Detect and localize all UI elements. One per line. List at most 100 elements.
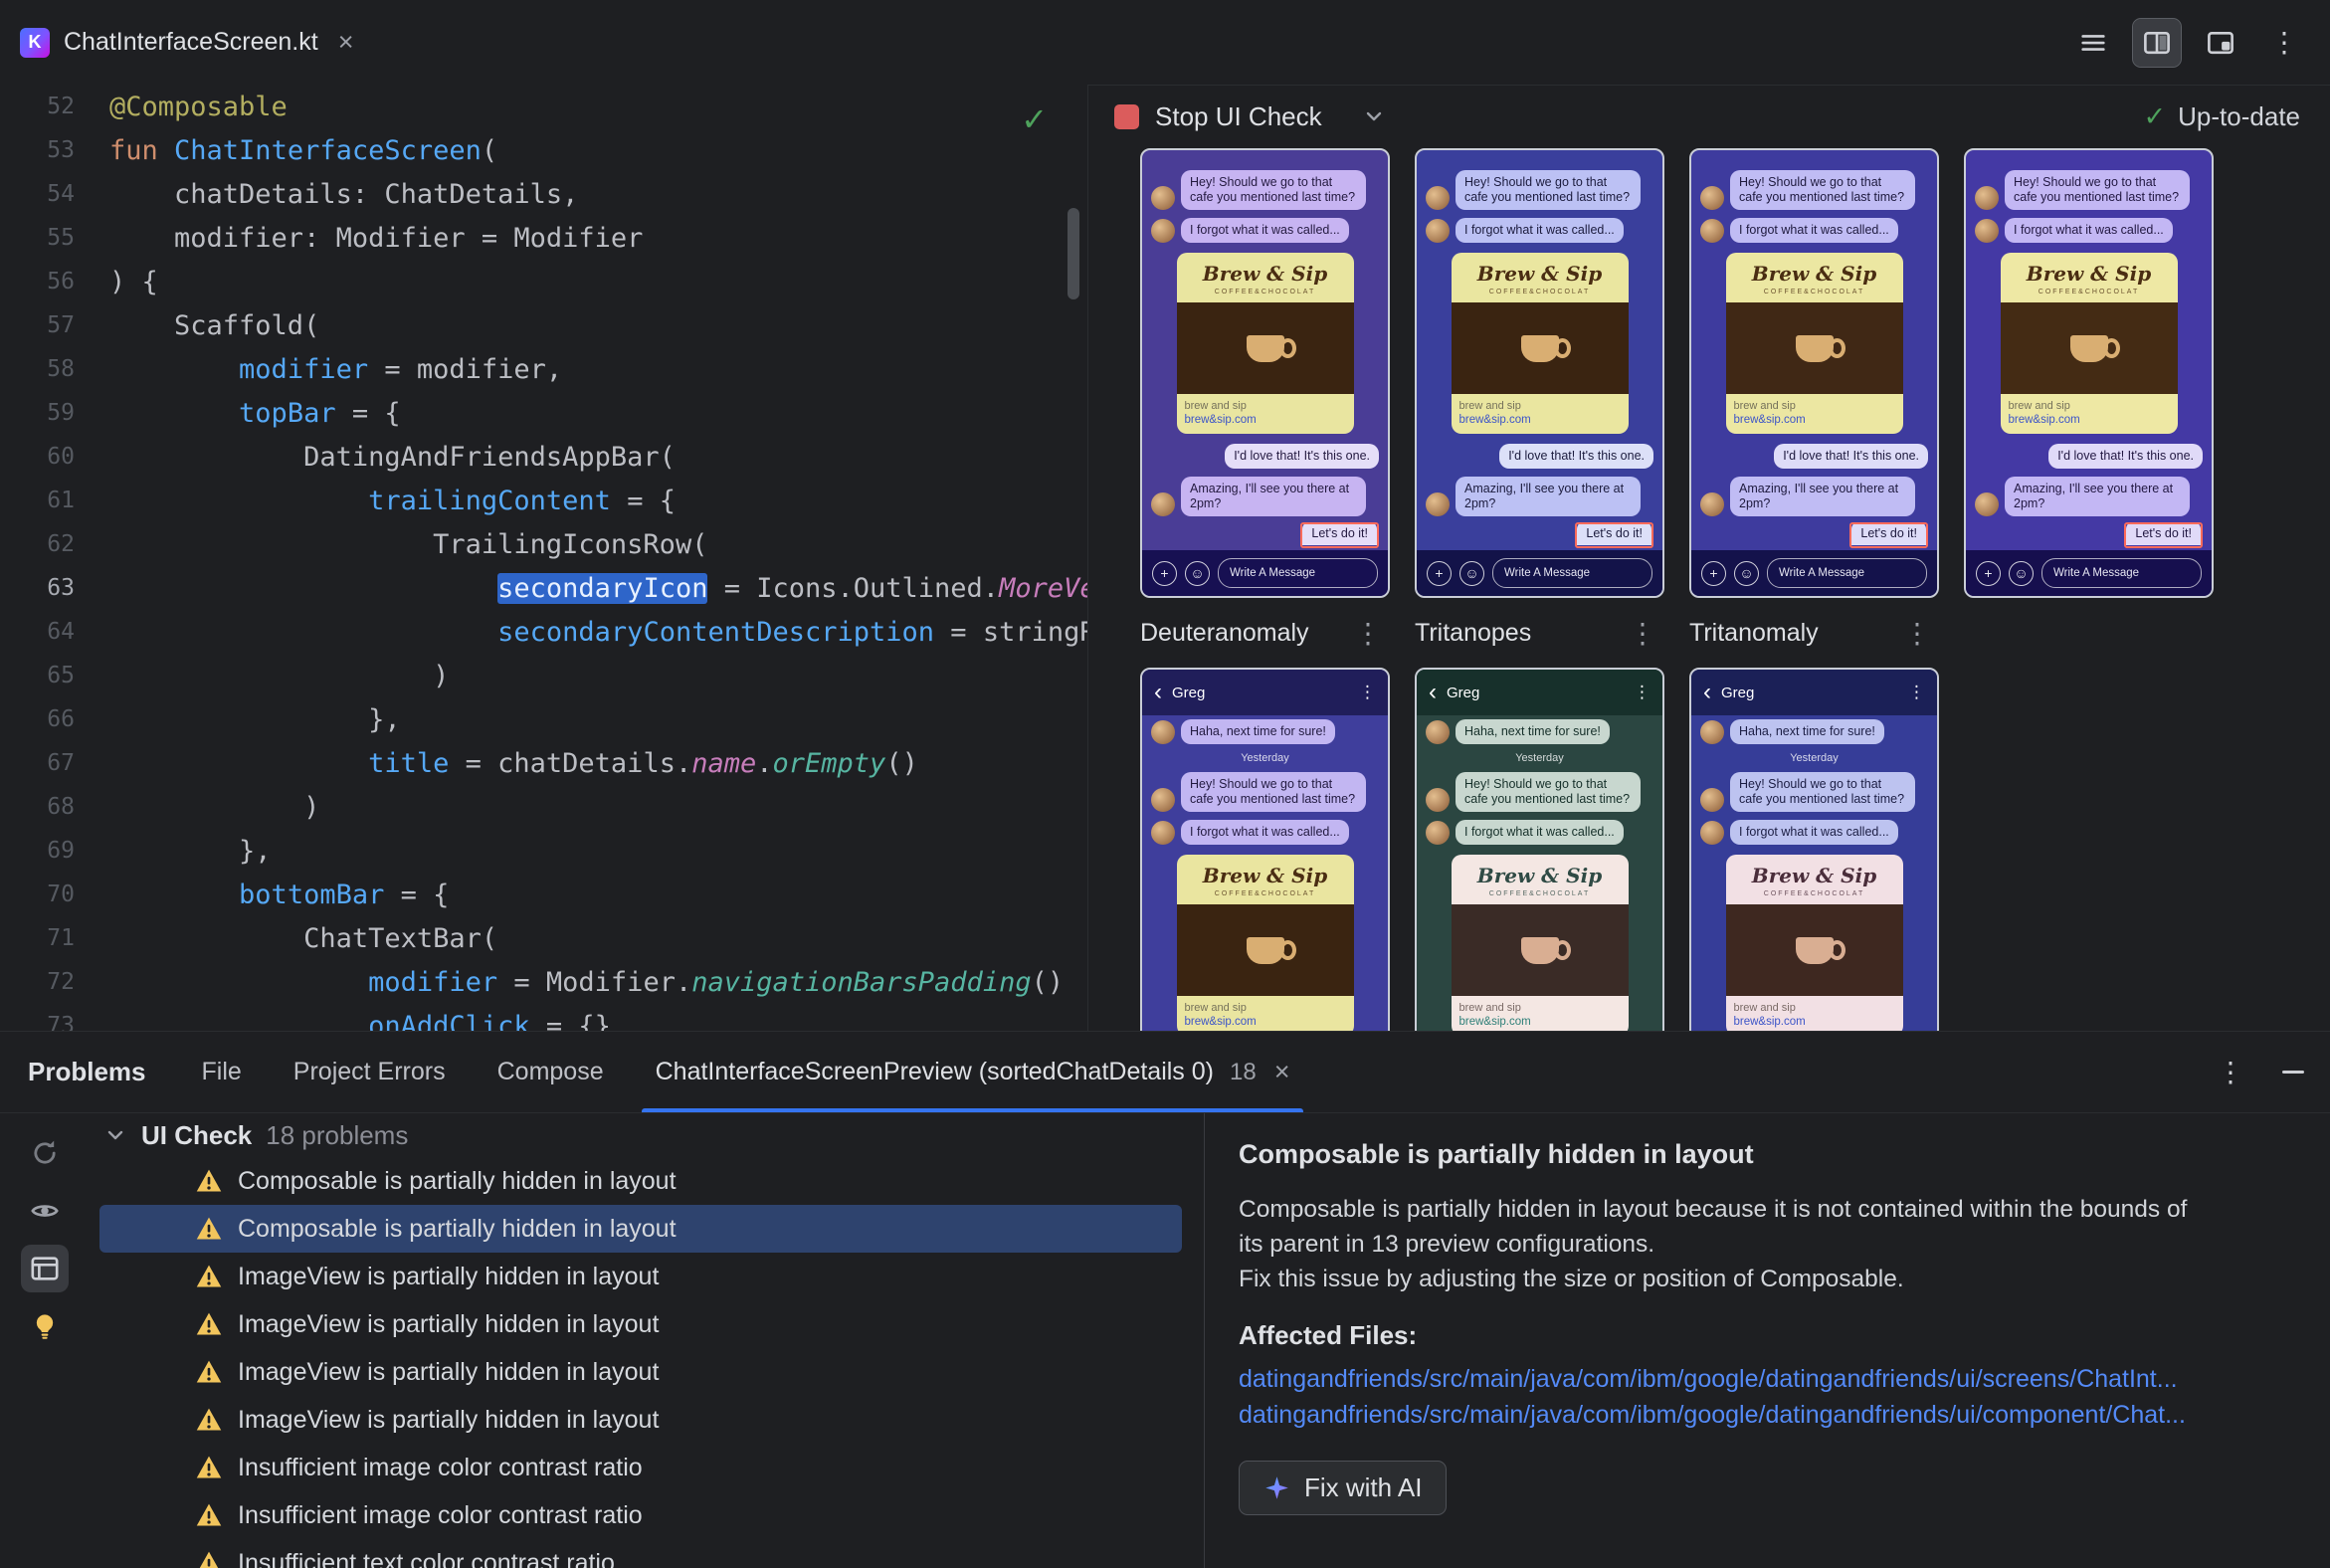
day-divider: Yesterday [1790,752,1839,764]
problem-item[interactable]: Composable is partially hidden in layout [99,1157,1182,1205]
more-options-icon[interactable]: ⋮ [2260,19,2308,67]
code-line: 66 }, [0,697,1087,741]
problems-group-header[interactable]: UI Check 18 problems [90,1113,1204,1157]
message-input[interactable]: Write A Message [1492,558,1652,588]
phone-preview[interactable]: Hey! Should we go to that cafe you menti… [1140,148,1390,598]
problem-text: Composable is partially hidden in layout [238,1214,677,1243]
preview-row-bottom: ‹ Greg ⋮ Haha, next time for sure! Yesterday… [1140,668,2330,1031]
problem-item[interactable]: Composable is partially hidden in layout [99,1205,1182,1253]
phone-preview[interactable]: Hey! Should we go to that cafe you menti… [1689,148,1939,598]
minimize-icon[interactable] [2282,1071,2304,1074]
problem-items: Composable is partially hidden in layout… [90,1157,1204,1568]
add-attachment-icon[interactable]: + [1427,560,1452,586]
chat-input-bar: + ☺ Write A Message [1966,550,2212,596]
preview-menu-icon[interactable]: ⋮ [1354,617,1390,650]
line-number: 68 [47,794,75,820]
tab-file[interactable]: File [202,1032,242,1112]
stop-ui-check-button[interactable]: Stop UI Check [1155,101,1322,132]
message-input[interactable]: Write A Message [1767,558,1927,588]
preview-menu-icon[interactable]: ⋮ [1903,617,1939,650]
split-editor-icon[interactable] [2132,17,2182,68]
line-number: 56 [47,269,75,294]
chevron-down-icon [107,1130,123,1140]
add-attachment-icon[interactable]: + [1701,560,1726,586]
warning-icon [196,1456,222,1478]
rerun-check-icon[interactable] [21,1129,69,1177]
preview-labels-row: Deuteranomaly ⋮ Tritanopes ⋮ Tritanomaly ⋮ [1140,598,2330,668]
stop-icon[interactable] [1114,103,1139,129]
panel-options-icon[interactable]: ⋮ [2217,1056,2244,1088]
code-line: 73 onAddClick = {} [0,1004,1087,1032]
problem-text: ImageView is partially hidden in layout [238,1405,660,1434]
problem-text: ImageView is partially hidden in layout [238,1357,660,1386]
affected-file-link[interactable]: datingandfriends/src/main/java/com/ibm/g… [1239,1361,2310,1397]
avatar [1700,720,1724,744]
preview-visibility-icon[interactable] [21,1187,69,1235]
line-number: 57 [47,312,75,338]
tab-project-errors[interactable]: Project Errors [293,1032,446,1112]
tab-chatinterfacescreenpreview[interactable]: ChatInterfaceScreenPreview (sortedChatDe… [641,1032,1304,1112]
phone-preview[interactable]: ‹ Greg ⋮ Haha, next time for sure! Yesterday… [1140,668,1390,1031]
preview-config-label: Deuteranomaly [1140,618,1309,647]
chevron-down-icon[interactable] [1362,104,1386,128]
tab-close-icon[interactable]: × [1274,1057,1290,1087]
chat-menu-icon[interactable]: ⋮ [1634,683,1650,702]
line-number: 72 [47,969,75,995]
code-editor[interactable]: 52 @Composable 53 fun ChatInterfaceScreen(5… [0,85,1087,1031]
phone-preview[interactable]: Hey! Should we go to that cafe you menti… [1415,148,1664,598]
problem-item[interactable]: ImageView is partially hidden in layout [99,1348,1182,1396]
add-attachment-icon[interactable]: + [1976,560,2001,586]
problem-item[interactable]: ImageView is partially hidden in layout [99,1396,1182,1444]
avatar [1700,492,1724,516]
editor-tab-close-icon[interactable]: × [338,27,354,58]
problems-list: UI Check 18 problems Composable is parti… [90,1113,1204,1568]
phone-preview[interactable]: ‹ Greg ⋮ Haha, next time for sure! Yesterday… [1689,668,1939,1031]
problem-item[interactable]: ImageView is partially hidden in layout [99,1253,1182,1300]
chat-message-row: Amazing, I'll see you there at 2pm? [1142,473,1388,520]
chat-input-bar: + ☺ Write A Message [1142,550,1388,596]
avatar [1151,788,1175,812]
editor-scrollbar[interactable] [1068,208,1079,299]
back-icon[interactable]: ‹ [1154,681,1162,704]
affected-file-link[interactable]: datingandfriends/src/main/java/com/ibm/g… [1239,1397,2310,1433]
emoji-icon[interactable]: ☺ [2009,560,2034,586]
problems-tool-title[interactable]: Problems [28,1057,146,1087]
problem-item[interactable]: Insufficient image color contrast ratio [99,1491,1182,1539]
chat-menu-icon[interactable]: ⋮ [1359,683,1376,702]
avatar [1700,219,1724,243]
ui-check-panel: Stop UI Check ✓ Up-to-date Hey! Should w… [1087,85,2330,1031]
fix-with-ai-button[interactable]: Fix with AI [1239,1461,1448,1515]
chat-header: ‹ Greg ⋮ [1417,670,1662,715]
message-input[interactable]: Write A Message [2041,558,2202,588]
line-number: 61 [47,488,75,513]
problem-item[interactable]: Insufficient image color contrast ratio [99,1444,1182,1491]
emoji-icon[interactable]: ☺ [1734,560,1759,586]
chat-message-row: Amazing, I'll see you there at 2pm? [1417,473,1662,520]
phone-preview[interactable]: ‹ Greg ⋮ Haha, next time for sure! Yesterday… [1415,668,1664,1031]
ui-issue-highlight: Let's do it! [1417,520,1662,550]
message-input[interactable]: Write A Message [1218,558,1378,588]
quickfix-bulb-icon[interactable] [21,1302,69,1350]
add-attachment-icon[interactable]: + [1152,560,1177,586]
problems-view-toggle-icon[interactable] [21,1245,69,1292]
problem-item[interactable]: ImageView is partially hidden in layout [99,1300,1182,1348]
back-icon[interactable]: ‹ [1703,681,1711,704]
coffee-photo [1725,302,1903,394]
code-line: 70 bottomBar = { [0,873,1087,916]
problem-item[interactable]: Insufficient text color contrast ratio [99,1539,1182,1568]
preview-layout-icon[interactable] [2197,19,2244,67]
preview-menu-icon[interactable]: ⋮ [1629,617,1664,650]
phone-preview[interactable]: Hey! Should we go to that cafe you menti… [1964,148,2214,598]
ui-issue-highlight: Let's do it! [1142,520,1388,550]
editor-tab[interactable]: K ChatInterfaceScreen.kt × [0,0,375,85]
chat-menu-icon[interactable]: ⋮ [1908,683,1925,702]
warning-icon [199,1551,219,1568]
chat-message-row: Hey! Should we go to that cafe you menti… [1691,768,1937,816]
layout-list-icon[interactable] [2069,19,2117,67]
back-icon[interactable]: ‹ [1429,681,1437,704]
tab-compose[interactable]: Compose [497,1032,604,1112]
contact-name: Greg [1721,684,1755,701]
emoji-icon[interactable]: ☺ [1185,560,1210,586]
emoji-icon[interactable]: ☺ [1459,560,1484,586]
link-preview-card: Brew & Sip COFFEE&CHOCOLAT brew and sip bre… [1142,849,1388,1031]
